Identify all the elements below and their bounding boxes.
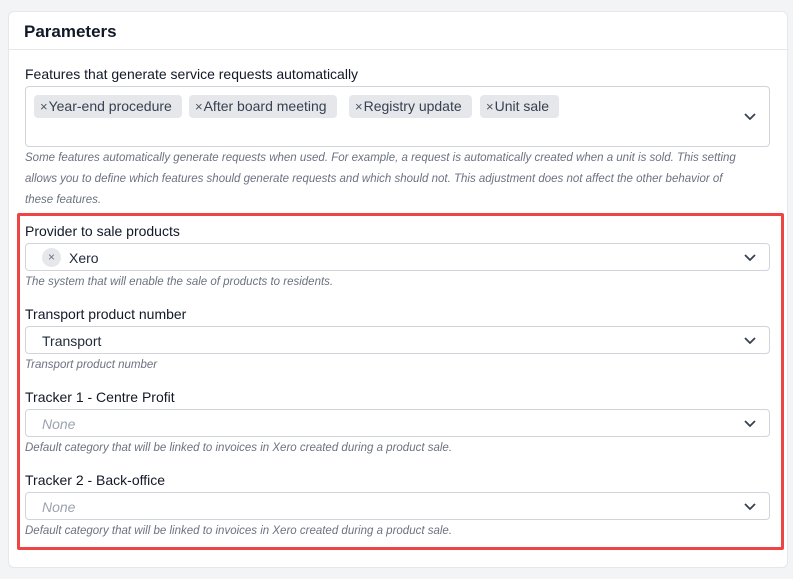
- tracker2-label: Tracker 2 - Back-office: [25, 472, 166, 488]
- chevron-down-icon[interactable]: [743, 253, 757, 263]
- tracker2-placeholder: None: [42, 499, 76, 515]
- features-label: Features that generate service requests …: [25, 66, 359, 82]
- transport-help-text: Transport product number: [25, 359, 158, 371]
- card-header: Parameters: [9, 12, 787, 50]
- remove-tag-icon[interactable]: ×: [486, 95, 494, 118]
- tag-label: Registry update: [363, 98, 462, 114]
- tag-year-end-procedure: × Year-end procedure: [34, 95, 182, 118]
- provider-select[interactable]: × Xero: [25, 243, 770, 271]
- tracker1-help-text: Default category that will be linked to …: [25, 442, 453, 454]
- remove-tag-icon[interactable]: ×: [40, 95, 48, 118]
- tag-registry-update: × Registry update: [349, 95, 472, 118]
- tracker1-placeholder: None: [42, 416, 76, 432]
- remove-tag-icon[interactable]: ×: [195, 95, 203, 118]
- features-multiselect[interactable]: × Year-end procedure × After board meeti…: [25, 86, 770, 147]
- tracker2-help-text: Default category that will be linked to …: [25, 525, 453, 537]
- tag-label: Unit sale: [494, 98, 550, 114]
- tracker1-select[interactable]: None: [25, 409, 770, 437]
- tracker1-label: Tracker 1 - Centre Profit: [25, 389, 175, 405]
- clear-selection-icon[interactable]: ×: [42, 248, 61, 267]
- tag-label: Year-end procedure: [48, 98, 172, 114]
- features-help-text: Some features automatically generate req…: [25, 152, 736, 206]
- chevron-down-icon[interactable]: [743, 112, 757, 122]
- chevron-down-icon[interactable]: [743, 502, 757, 512]
- tag-label: After board meeting: [203, 98, 327, 114]
- card-title: Parameters: [24, 22, 117, 41]
- transport-value: Transport: [42, 333, 102, 349]
- remove-tag-icon[interactable]: ×: [355, 95, 363, 118]
- transport-label: Transport product number: [25, 306, 187, 322]
- tracker2-select[interactable]: None: [25, 492, 770, 520]
- chevron-down-icon[interactable]: [743, 419, 757, 429]
- transport-select[interactable]: Transport: [25, 326, 770, 354]
- parameters-card: Parameters Features that generate servic…: [8, 11, 788, 568]
- provider-help-text: The system that will enable the sale of …: [25, 276, 334, 288]
- chevron-down-icon[interactable]: [743, 336, 757, 346]
- provider-label: Provider to sale products: [25, 223, 180, 239]
- provider-value: Xero: [69, 250, 99, 266]
- tag-unit-sale: × Unit sale: [480, 95, 560, 118]
- tag-after-board-meeting: × After board meeting: [189, 95, 337, 118]
